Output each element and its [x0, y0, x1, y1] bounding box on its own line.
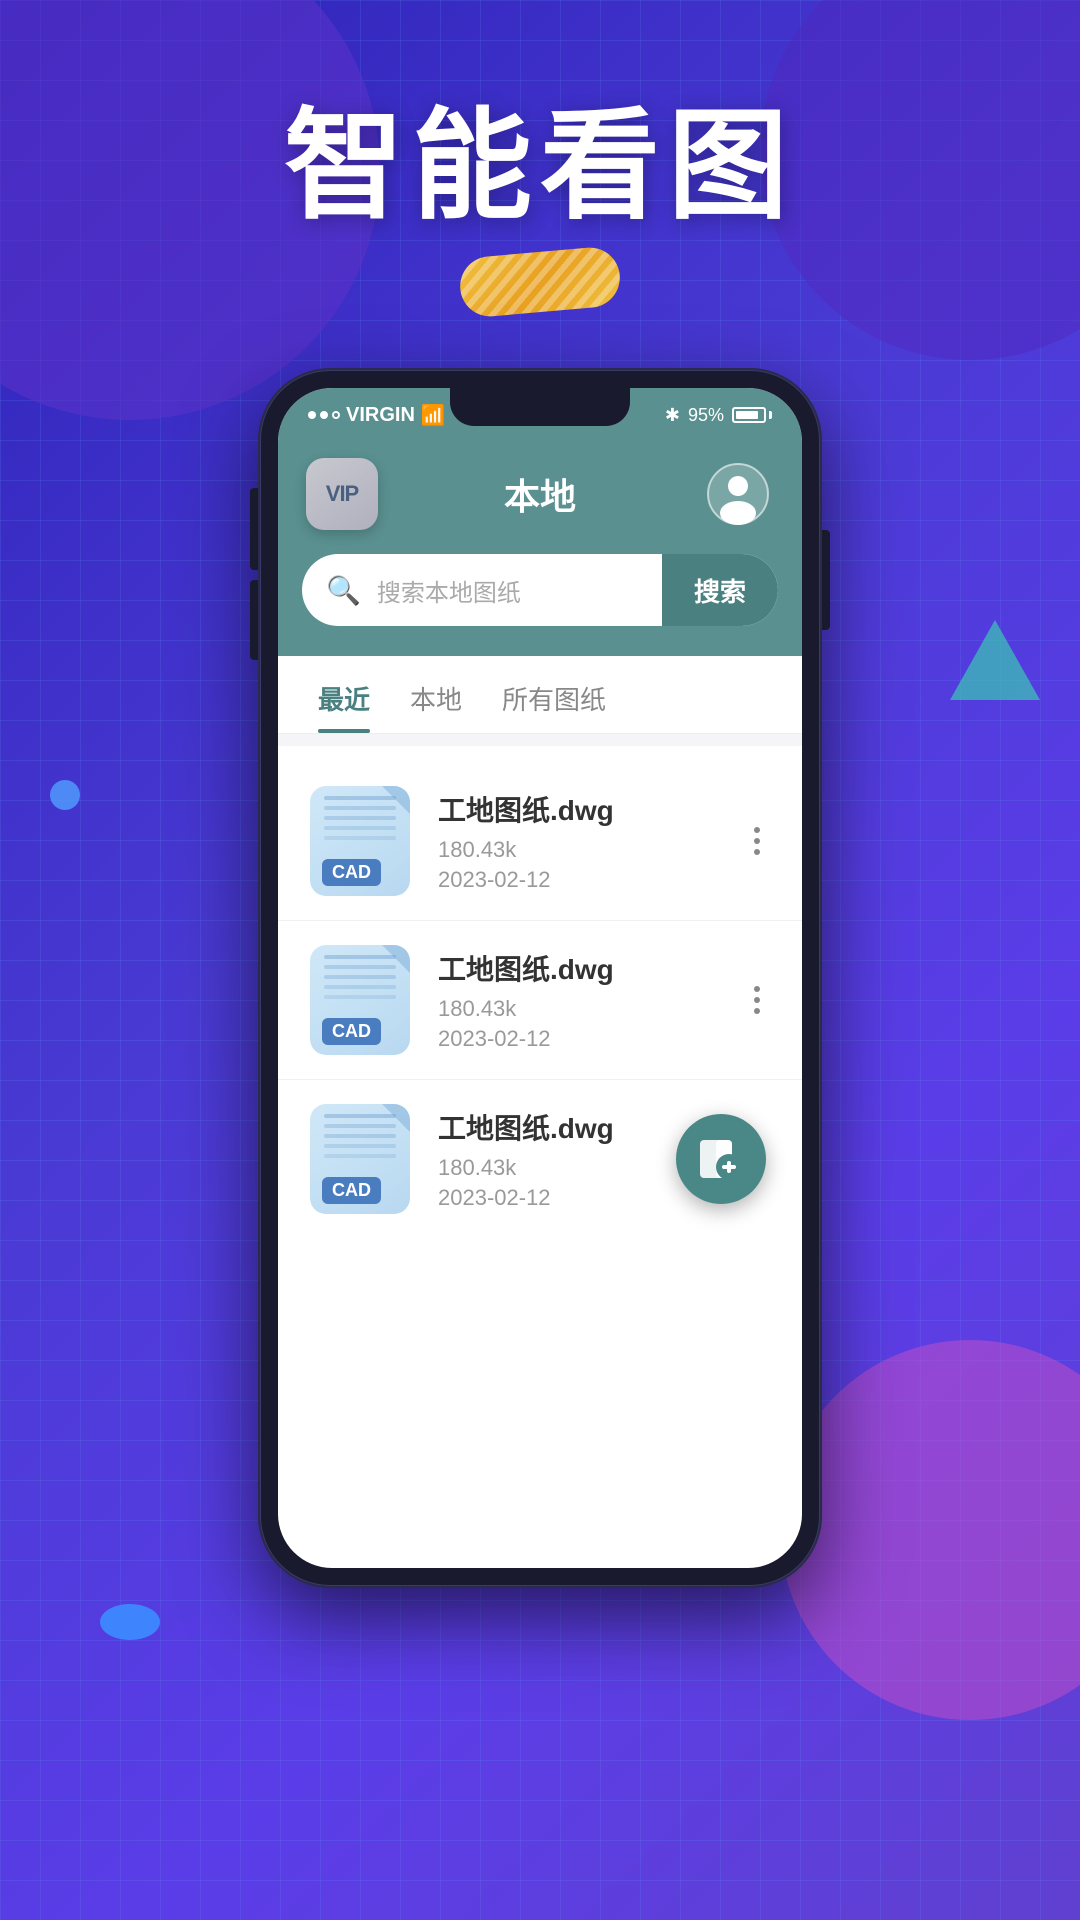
list-item[interactable]: CAD 工地图纸.dwg 180.43k 2023-02-12 [278, 762, 802, 921]
file-size-1: 180.43k [438, 837, 744, 863]
file-size-2: 180.43k [438, 996, 744, 1022]
menu-dot [754, 986, 760, 992]
signal-dot-2 [320, 411, 328, 419]
phone-screen: VIRGIN 📶 4:21 PM ✱ 95% VIP [278, 388, 802, 1568]
header-title: 本地 [504, 468, 576, 520]
cad-label-2: CAD [322, 1018, 381, 1045]
file-name-1: 工地图纸.dwg [438, 789, 744, 829]
signal-dot-3 [332, 411, 340, 419]
file-date-2: 2023-02-12 [438, 1026, 744, 1052]
list-item[interactable]: CAD 工地图纸.dwg 180.43k 2023-02-12 [278, 921, 802, 1080]
file-icon-1: CAD [310, 786, 410, 896]
title-area: 智能看图 [0, 100, 1080, 312]
battery-tip [769, 411, 772, 419]
file-icon-2: CAD [310, 945, 410, 1055]
file-date-1: 2023-02-12 [438, 867, 744, 893]
phone-mockup: VIRGIN 📶 4:21 PM ✱ 95% VIP [260, 370, 820, 1586]
battery-fill [736, 411, 758, 419]
add-file-icon [696, 1134, 746, 1184]
tab-local[interactable]: 本地 [410, 680, 462, 733]
phone-frame: VIRGIN 📶 4:21 PM ✱ 95% VIP [260, 370, 820, 1586]
battery-icon [732, 407, 772, 423]
file-menu-1[interactable] [744, 817, 770, 865]
bg-dot-bottom [100, 1604, 160, 1640]
file-icon-3: CAD [310, 1104, 410, 1214]
cad-label-3: CAD [322, 1177, 381, 1204]
file-info-2: 工地图纸.dwg 180.43k 2023-02-12 [438, 948, 744, 1052]
menu-dot [754, 827, 760, 833]
search-icon: 🔍 [302, 574, 377, 607]
file-name-2: 工地图纸.dwg [438, 948, 744, 988]
doc-fold [382, 1104, 410, 1132]
carrier-label: VIRGIN [346, 404, 415, 427]
signal-dot-1 [308, 411, 316, 419]
phone-notch [450, 388, 630, 426]
bluetooth-icon: ✱ [665, 405, 680, 426]
title-badge-decoration [458, 245, 623, 319]
bg-dot-left [50, 780, 80, 810]
search-button[interactable]: 搜索 [662, 554, 778, 626]
menu-dot [754, 997, 760, 1003]
signal-dots [308, 411, 340, 419]
battery-body [732, 407, 766, 423]
tab-recent[interactable]: 最近 [318, 680, 370, 733]
menu-dot [754, 1008, 760, 1014]
search-placeholder[interactable]: 搜索本地图纸 [377, 573, 662, 608]
status-left: VIRGIN 📶 [308, 403, 446, 428]
tabs-bar: 最近 本地 所有图纸 [278, 656, 802, 734]
doc-fold [382, 945, 410, 973]
app-header: VIP 本地 [278, 442, 802, 554]
search-area: 🔍 搜索本地图纸 搜索 [278, 554, 802, 656]
vip-badge[interactable]: VIP [306, 458, 378, 530]
battery-pct: 95% [688, 405, 724, 426]
search-bar: 🔍 搜索本地图纸 搜索 [302, 554, 778, 626]
status-right: ✱ 95% [665, 405, 772, 426]
file-info-1: 工地图纸.dwg 180.43k 2023-02-12 [438, 789, 744, 893]
tab-all[interactable]: 所有图纸 [502, 680, 606, 733]
main-content: 最近 本地 所有图纸 CAD 工地图纸.dwg 180.43k [278, 656, 802, 1254]
file-menu-2[interactable] [744, 976, 770, 1024]
menu-dot [754, 849, 760, 855]
app-title: 智能看图 [0, 100, 1080, 232]
menu-dot [754, 838, 760, 844]
wifi-icon: 📶 [421, 403, 446, 428]
user-icon[interactable] [702, 458, 774, 530]
add-file-button[interactable] [676, 1114, 766, 1204]
cad-label-1: CAD [322, 859, 381, 886]
doc-fold [382, 786, 410, 814]
bg-triangle-decoration [950, 620, 1040, 700]
